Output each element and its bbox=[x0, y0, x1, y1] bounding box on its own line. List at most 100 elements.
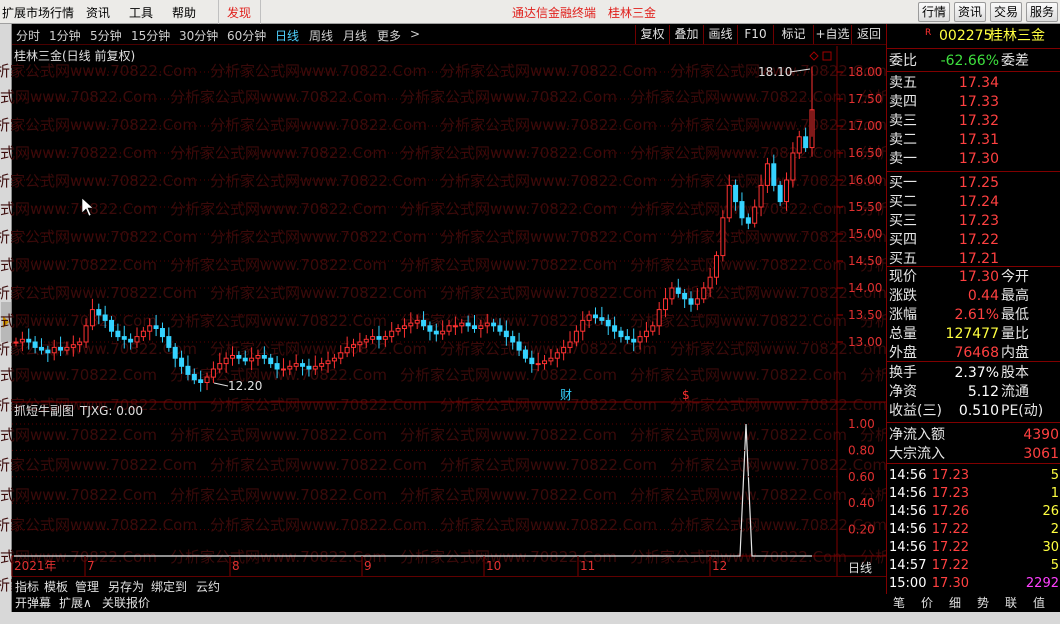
rtab-xi[interactable]: 细 bbox=[942, 594, 968, 611]
ind-tick-label: 1.00 bbox=[848, 417, 875, 431]
buy-level-label: 买五 bbox=[889, 251, 917, 267]
kline-chart[interactable]: 分析家公式网www.70822.Com 分析家公式网www.70822.Com 分析… bbox=[0, 0, 886, 594]
candle-body bbox=[777, 184, 783, 203]
sell-level-price: 17.30 bbox=[958, 151, 999, 167]
candle-body bbox=[312, 365, 318, 370]
flow-value: 3061 bbox=[1023, 446, 1059, 462]
x-tick-label: 9 bbox=[364, 559, 372, 573]
x-tick-label: 11 bbox=[580, 559, 595, 573]
tick-volume: 2 bbox=[1050, 522, 1059, 537]
candle-body bbox=[19, 338, 25, 343]
watermark-text: 分析家公式网www.70822.Com bbox=[0, 88, 157, 106]
quote-tabs: 笔 价 细 势 联 值 bbox=[886, 594, 1060, 612]
candle-body bbox=[726, 184, 732, 219]
stat-label: 涨幅 bbox=[889, 307, 917, 323]
watermark-text: 分析家公式网www.70822.Com bbox=[0, 516, 197, 534]
candle-body bbox=[389, 330, 395, 338]
stat-label-right: 最低 bbox=[1001, 307, 1029, 323]
candle-body bbox=[745, 217, 751, 224]
stat-label: 净资 bbox=[889, 384, 917, 400]
candle-body bbox=[293, 363, 299, 367]
candle-body bbox=[803, 136, 809, 149]
btn-service[interactable]: 服务 bbox=[1026, 2, 1058, 22]
watermark-text: 分析家公式网www.70822.Com bbox=[0, 256, 157, 274]
ind-tick-label: 0.80 bbox=[848, 443, 875, 457]
candle-body bbox=[427, 325, 433, 332]
rtab-lian[interactable]: 联 bbox=[998, 594, 1024, 611]
candle-body bbox=[535, 363, 541, 366]
candle-body bbox=[382, 336, 388, 340]
rtab-jia[interactable]: 价 bbox=[914, 594, 940, 611]
watermark-text: 分析家公式网www.70822.Com bbox=[210, 456, 427, 474]
candle-body bbox=[395, 328, 401, 332]
candle-body bbox=[561, 346, 567, 354]
watermark-text: 分析家公式网www.70822.Com bbox=[630, 312, 847, 330]
candle-body bbox=[580, 319, 586, 332]
candle-body bbox=[191, 373, 197, 381]
btn-news[interactable]: 资讯 bbox=[954, 2, 986, 22]
candle-body bbox=[109, 319, 115, 332]
high-label: 18.10 bbox=[758, 65, 792, 79]
candle-body bbox=[688, 298, 694, 305]
buy-level-price: 17.22 bbox=[958, 232, 999, 248]
rtab-zhi[interactable]: 值 bbox=[1026, 594, 1052, 611]
chart-title: 桂林三金(日线 前复权) bbox=[14, 48, 135, 63]
stat-label-right: 股本 bbox=[1001, 365, 1029, 381]
sell-level-price: 17.32 bbox=[958, 113, 999, 129]
x-tick-label: 10 bbox=[486, 559, 501, 573]
watermark-text: 分析家公式网www.70822.Com bbox=[170, 200, 387, 218]
watermark-text: 分析家公式网www.70822.Com bbox=[630, 486, 847, 504]
tick-volume: 30 bbox=[1042, 540, 1059, 555]
tick-price: 17.23 bbox=[931, 486, 969, 501]
bottom-toolbar: 开弹幕 扩展∧ 关联报价 bbox=[12, 593, 886, 611]
candle-body bbox=[592, 314, 598, 319]
candle-body bbox=[701, 287, 707, 300]
candle-body bbox=[140, 330, 146, 338]
candle-body bbox=[280, 368, 286, 371]
candle-body bbox=[13, 341, 19, 344]
buy-level-label: 买四 bbox=[889, 232, 917, 248]
candle-body bbox=[179, 357, 185, 367]
candle-body bbox=[605, 319, 611, 327]
chart-corner-icons[interactable] bbox=[809, 51, 832, 61]
watermark-text: 分析家公式网www.70822.Com bbox=[170, 486, 387, 504]
candle-body bbox=[752, 206, 758, 224]
btn-trade[interactable]: 交易 bbox=[990, 2, 1022, 22]
candle-body bbox=[758, 184, 764, 208]
candle-body bbox=[599, 317, 605, 321]
candle-body bbox=[433, 330, 439, 335]
sell-level-price: 17.31 bbox=[958, 132, 999, 148]
candle-body bbox=[497, 325, 503, 332]
rtab-shi[interactable]: 势 bbox=[970, 594, 996, 611]
watermark-text: 分析家公式网www.70822.Com bbox=[440, 284, 657, 302]
candle-body bbox=[624, 336, 630, 340]
watermark-text: 分析家公式网www.70822.Com bbox=[210, 340, 427, 358]
stat-label-right: 量比 bbox=[1001, 326, 1029, 342]
y-tick-label: 14.00 bbox=[848, 281, 882, 295]
tick-time: 14:56 bbox=[889, 486, 927, 501]
watermark-text: 分析家公式网www.70822.Com bbox=[630, 88, 847, 106]
stat-label: 总量 bbox=[889, 326, 917, 342]
ind-tick-label: 0.40 bbox=[848, 496, 875, 510]
related-quotes[interactable]: 关联报价 bbox=[102, 594, 150, 611]
watermark-text: 分析家公式网www.70822.Com bbox=[210, 228, 427, 246]
event-dollar[interactable]: $ bbox=[682, 388, 690, 402]
candle-body bbox=[440, 330, 446, 335]
ind-tick-label: 0.60 bbox=[848, 470, 875, 484]
toggle-extend[interactable]: 扩展∧ bbox=[59, 594, 92, 611]
toggle-danmu[interactable]: 开弹幕 bbox=[15, 594, 51, 611]
candle-body bbox=[573, 330, 579, 343]
watermark-text: 分析家公式网www.70822.Com bbox=[210, 116, 427, 134]
rtab-bi[interactable]: 笔 bbox=[886, 594, 912, 611]
candle-body bbox=[586, 314, 592, 321]
y-tick-label: 15.50 bbox=[848, 200, 882, 214]
btn-quote[interactable]: 行情 bbox=[918, 2, 950, 22]
sell-level-price: 17.33 bbox=[958, 94, 999, 110]
candle-body bbox=[542, 360, 548, 365]
candle-body bbox=[217, 363, 223, 370]
stat-value: 76468 bbox=[954, 345, 999, 361]
event-cai[interactable]: 财 bbox=[560, 388, 572, 402]
watermark-text: 分析家公式网www.70822.Com bbox=[0, 284, 197, 302]
candle-body bbox=[32, 341, 38, 348]
flow-label: 大宗流入 bbox=[889, 446, 945, 462]
